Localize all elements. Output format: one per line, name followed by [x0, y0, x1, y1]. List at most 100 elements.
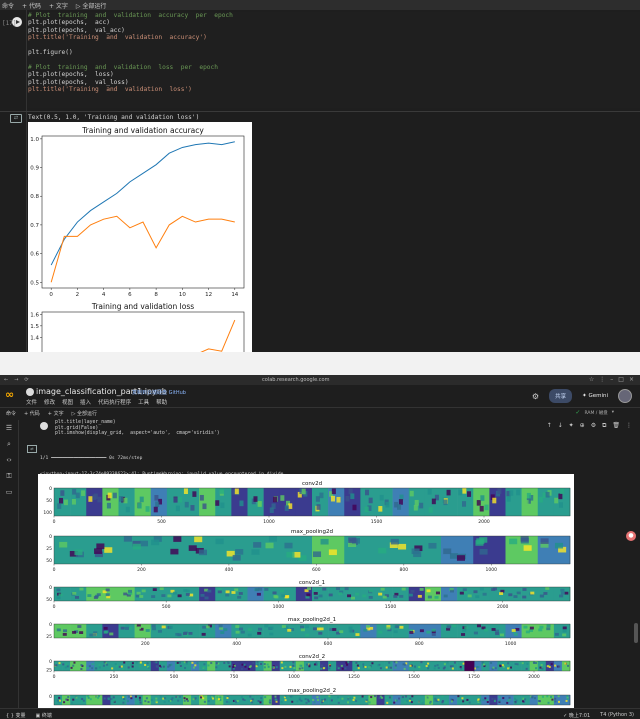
execution-status[interactable]: ✓ 晚上7:01	[563, 712, 590, 719]
address-bar[interactable]: colab.research.google.com	[262, 377, 329, 383]
more-options-icon[interactable]: ⋮	[626, 422, 632, 430]
toolbar-item-command[interactable]: 命令	[6, 410, 16, 417]
feature-speck	[507, 699, 510, 702]
reload-icon[interactable]: ⟳	[24, 377, 28, 383]
feature-speck	[456, 555, 465, 561]
secrets-key-icon[interactable]: ⚿	[5, 472, 13, 480]
files-folder-icon[interactable]: ▭	[5, 488, 13, 496]
feature-speck	[126, 700, 130, 703]
feature-speck	[203, 700, 206, 703]
avatar[interactable]	[618, 389, 632, 403]
feature-speck	[202, 697, 205, 700]
menu-icon[interactable]: ⋮	[599, 376, 605, 383]
feature-speck	[119, 496, 124, 502]
close-icon[interactable]: ×	[629, 376, 634, 383]
colab-logo-icon[interactable]: ∞	[5, 388, 14, 401]
feature-speck	[523, 625, 528, 629]
feature-speck	[80, 667, 83, 670]
y-tick-label: 0.9	[30, 166, 39, 172]
settings-gear-icon[interactable]: ⚙	[532, 392, 539, 401]
feature-speck	[57, 503, 62, 509]
toolbar-item-add-text[interactable]: + 文字	[48, 410, 64, 417]
code-snippets-icon[interactable]: ‹›	[5, 456, 13, 464]
terminal-button[interactable]: ▣ 终端	[36, 712, 52, 719]
variables-button[interactable]: { } 变量	[6, 712, 26, 719]
feature-speck	[347, 701, 350, 704]
toolbar-item-add-text[interactable]: + 文字	[49, 1, 68, 10]
toc-icon[interactable]: ☰	[5, 424, 13, 432]
feature-speck	[344, 667, 347, 670]
x-tick-label: 750	[230, 674, 239, 680]
run-cell-icon[interactable]	[40, 422, 48, 430]
feature-speck	[208, 490, 213, 497]
toolbar-item-run-all[interactable]: ▷ 全部运行	[72, 410, 97, 417]
notification-bubble[interactable]: ●	[626, 531, 636, 541]
toolbar-item-command[interactable]: 命令	[2, 1, 14, 10]
move-up-icon[interactable]: ↑	[547, 422, 552, 430]
toolbar-item-add-code[interactable]: + 代码	[22, 1, 41, 10]
share-button[interactable]: 共享	[549, 389, 573, 403]
feature-speck	[138, 696, 141, 699]
menu-view[interactable]: 视图	[62, 398, 73, 406]
delete-icon[interactable]: 🗑	[612, 422, 620, 430]
feature-speck	[434, 697, 437, 700]
menu-edit[interactable]: 修改	[44, 398, 55, 406]
y-tick-label: 25	[46, 546, 52, 552]
feature-speck	[558, 493, 563, 500]
gemini-icon[interactable]: ✦	[569, 422, 574, 430]
bookmark-icon[interactable]: ☆	[589, 376, 594, 383]
feature-speck	[163, 697, 166, 700]
feature-speck	[238, 592, 243, 595]
feature-speck	[386, 626, 391, 630]
feature-speck	[507, 667, 510, 670]
feature-speck	[185, 662, 188, 665]
link-icon[interactable]: ⊕	[580, 422, 585, 430]
gemini-button[interactable]: ✦ Gemini	[582, 393, 608, 399]
menu-help[interactable]: 帮助	[156, 398, 167, 406]
feature-speck	[200, 593, 205, 597]
mirror-cell-icon[interactable]: ⧉	[602, 422, 606, 430]
search-icon[interactable]: ⌕	[5, 440, 13, 448]
resource-indicator[interactable]: ✓ RAM / 磁盘 ▾	[575, 409, 614, 416]
forward-icon[interactable]: →	[14, 377, 18, 383]
output-toggle-icon[interactable]: ⇄	[10, 114, 22, 123]
feature-speck	[378, 506, 383, 512]
back-icon[interactable]: ←	[4, 377, 8, 383]
menu-file[interactable]: 文件	[26, 398, 37, 406]
feature-speck	[560, 488, 565, 494]
feature-speck	[128, 695, 131, 698]
menu-tools[interactable]: 工具	[138, 398, 149, 406]
feature-speck	[153, 506, 158, 513]
feature-speck	[515, 699, 518, 702]
feature-speck	[413, 551, 422, 558]
feature-speck	[486, 701, 489, 704]
feature-speck	[183, 632, 188, 635]
feature-speck	[427, 667, 430, 670]
feature-speck	[284, 695, 287, 698]
settings-icon[interactable]: ⚙	[591, 422, 596, 430]
menu-insert[interactable]: 插入	[80, 398, 91, 406]
feature-speck	[356, 664, 359, 667]
feature-speck	[210, 662, 213, 665]
runtime-type[interactable]: T4 (Python 3)	[600, 712, 634, 719]
copy-to-drive-link[interactable]: 复制到云端硬盘 GitHub	[132, 389, 186, 396]
x-tick-label: 1750	[468, 674, 480, 680]
output-toggle-icon[interactable]: ⇄	[27, 445, 37, 453]
scrollbar[interactable]	[634, 623, 638, 643]
feature-speck	[144, 695, 147, 698]
y-tick-label: 0	[49, 534, 52, 540]
feature-speck	[468, 701, 471, 704]
feature-speck	[188, 545, 197, 551]
toolbar-item-add-code[interactable]: + 代码	[24, 410, 40, 417]
chevron-down-icon[interactable]: ▾	[612, 410, 614, 415]
feature-speck	[460, 667, 463, 670]
toolbar-item-run-all[interactable]: ▷ 全部运行	[76, 1, 107, 10]
code-editor[interactable]: # Plot training and validation accuracy …	[28, 12, 640, 108]
feature-speck	[353, 696, 356, 699]
maximize-icon[interactable]: □	[618, 376, 624, 383]
move-down-icon[interactable]: ↓	[558, 422, 563, 430]
code-editor[interactable]: plt.title(layer_name) plt.grid(False) pl…	[55, 420, 535, 437]
menu-runtime[interactable]: 代码执行程序	[98, 398, 131, 406]
minimize-icon[interactable]: –	[610, 376, 613, 383]
feature-speck	[105, 588, 110, 592]
